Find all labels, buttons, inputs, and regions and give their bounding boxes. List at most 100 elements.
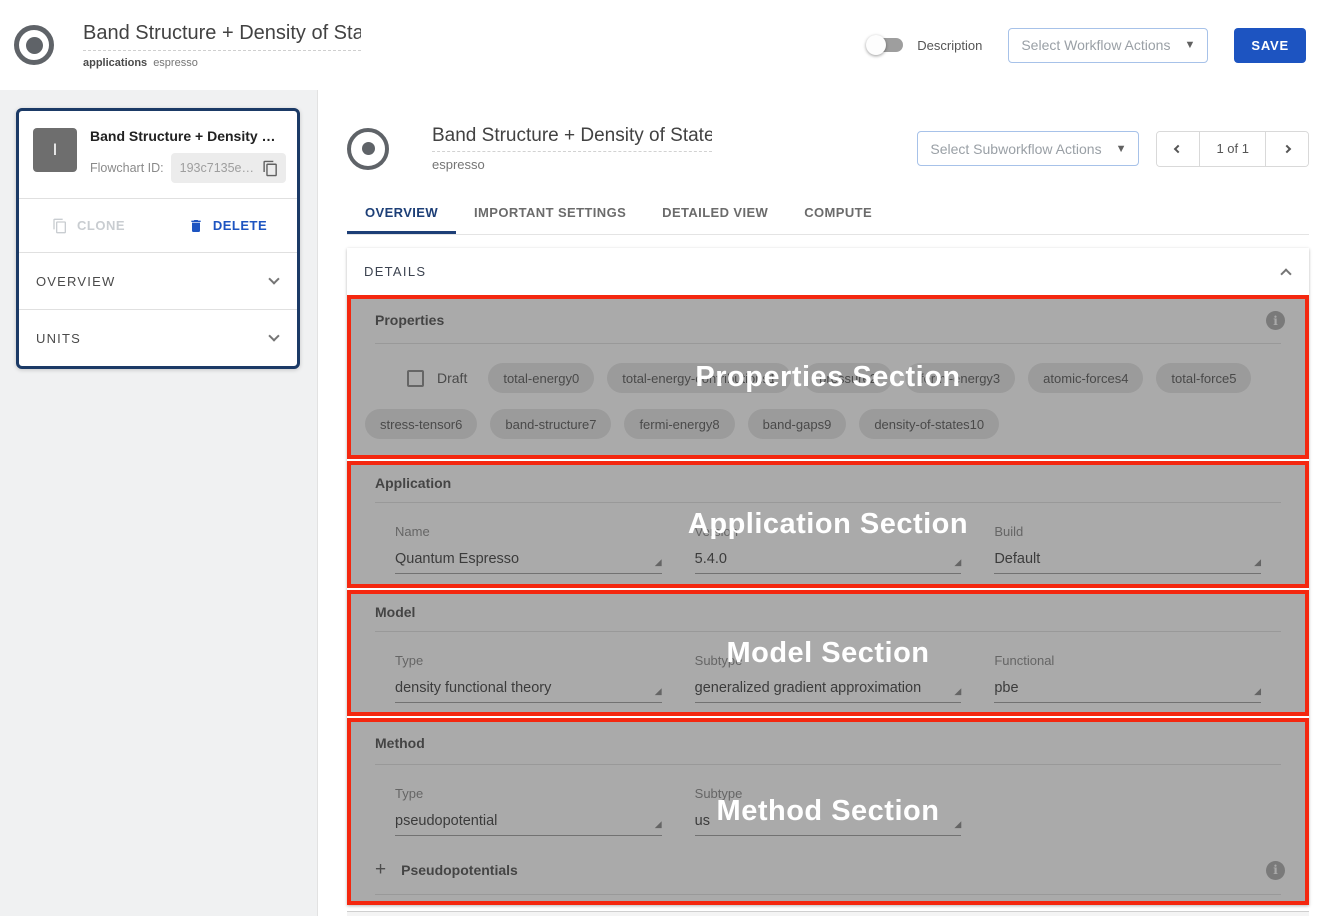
delete-button[interactable]: DELETE [158, 199, 297, 252]
app-body: I Band Structure + Density of … Flowchar… [0, 90, 1322, 916]
property-chip[interactable]: density-of-states10 [859, 409, 999, 439]
app-logo-dot [26, 37, 43, 54]
method-type-select[interactable]: pseudopotential ◢ [395, 813, 662, 836]
subworkflow-title-input[interactable]: Band Structure + Density of States [432, 125, 712, 152]
field-label: Subtype [695, 786, 962, 801]
sidebar-item-units[interactable]: UNITS [19, 309, 297, 366]
model-type-field: Type density functional theory ◢ [395, 653, 662, 703]
field-value: generalized gradient approximation [695, 680, 922, 696]
dropdown-corner-icon: ◢ [954, 558, 961, 567]
main-panel: Band Structure + Density of States espre… [318, 90, 1322, 916]
draft-checkbox[interactable] [407, 370, 424, 387]
chevron-down-icon [268, 273, 279, 284]
dropdown-corner-icon: ◢ [954, 820, 961, 829]
application-build-field: Build Default ◢ [994, 524, 1261, 574]
flowchart-id-row: Flowchart ID: 193c7135e… [90, 153, 285, 183]
tab-compute[interactable]: COMPUTE [786, 190, 890, 234]
tab-detailed-view[interactable]: DETAILED VIEW [644, 190, 786, 234]
property-chip[interactable]: pressure2 [804, 363, 892, 393]
properties-title-row: Properties i [351, 299, 1305, 330]
property-chip[interactable]: total-force5 [1156, 363, 1251, 393]
tab-overview[interactable]: OVERVIEW [347, 190, 456, 234]
subworkflow-pager: 1 of 1 [1156, 131, 1309, 167]
sidebar-item-units-label: UNITS [36, 331, 81, 346]
field-label: Subtype [695, 653, 962, 668]
caret-down-icon: ▼ [1184, 39, 1195, 51]
clone-button[interactable]: CLONE [19, 199, 158, 252]
flowchart-id-value[interactable]: 193c7135e… [180, 161, 254, 175]
unit-head-right: Band Structure + Density of … Flowchart … [90, 128, 285, 183]
application-version-select[interactable]: 5.4.0 ◢ [695, 551, 962, 574]
model-fields: Type density functional theory ◢ Subtype… [351, 632, 1305, 703]
delete-button-label: DELETE [213, 218, 267, 233]
property-chip[interactable]: atomic-forces4 [1028, 363, 1143, 393]
model-subtype-field: Subtype generalized gradient approximati… [695, 653, 962, 703]
method-type-field: Type pseudopotential ◢ [395, 786, 662, 836]
add-pseudopotential-button[interactable]: + [375, 859, 386, 881]
info-icon[interactable]: i [1266, 861, 1285, 880]
application-name-select[interactable]: Quantum Espresso ◢ [395, 551, 662, 574]
application-version-field: Version 5.4.0 ◢ [695, 524, 962, 574]
sidebar-item-overview-label: OVERVIEW [36, 274, 115, 289]
field-value: us [695, 813, 710, 829]
details-panel-header[interactable]: DETAILS [347, 248, 1309, 295]
method-subtype-select[interactable]: us ◢ [695, 813, 962, 836]
flowchart-id-box: 193c7135e… [171, 153, 286, 183]
divider [375, 894, 1281, 895]
breadcrumb-section: applications [83, 57, 147, 69]
property-chip[interactable]: band-structure7 [490, 409, 611, 439]
model-title: Model [375, 604, 1281, 620]
dropdown-corner-icon: ◢ [655, 558, 662, 567]
details-panel-title: DETAILS [364, 264, 426, 279]
field-label: Name [395, 524, 662, 539]
property-chip[interactable]: fermi-energy3 [905, 363, 1015, 393]
save-button[interactable]: SAVE [1234, 28, 1306, 63]
unit-avatar: I [33, 128, 77, 172]
sidebar-item-overview[interactable]: OVERVIEW [19, 252, 297, 309]
method-section: Method Type pseudopotential ◢ Subtype us [347, 718, 1309, 905]
field-value: density functional theory [395, 680, 551, 696]
property-chip[interactable]: total-energy0 [488, 363, 594, 393]
workflow-actions-select[interactable]: Select Workflow Actions ▼ [1008, 28, 1208, 63]
subworkflow-actions-select-label: Select Subworkflow Actions [930, 141, 1101, 157]
field-value: Quantum Espresso [395, 551, 519, 567]
pseudopotentials-row: + Pseudopotentials i [375, 859, 1285, 881]
breadcrumb-item: espresso [153, 57, 198, 69]
model-subtype-select[interactable]: generalized gradient approximation ◢ [695, 680, 962, 703]
property-chip[interactable]: stress-tensor6 [365, 409, 477, 439]
field-value: pseudopotential [395, 813, 497, 829]
field-label: Version [695, 524, 962, 539]
method-fields: Type pseudopotential ◢ Subtype us ◢ [351, 765, 1305, 836]
subworkflow-header: Band Structure + Density of States espre… [347, 112, 1309, 185]
application-title: Application [375, 475, 1281, 491]
subworkflow-icon [347, 128, 389, 170]
pseudopotentials-label: Pseudopotentials [401, 862, 518, 878]
dropdown-corner-icon: ◢ [655, 687, 662, 696]
property-chip[interactable]: band-gaps9 [748, 409, 847, 439]
properties-section: Properties i Draft total-energy0 total-e… [347, 295, 1309, 459]
subworkflow-actions-select[interactable]: Select Subworkflow Actions ▼ [917, 131, 1139, 166]
description-toggle[interactable] [869, 38, 903, 52]
draft-checkbox-label: Draft [437, 370, 467, 386]
pager-next-button[interactable] [1266, 132, 1308, 166]
details-card: DETAILS Properties i Draft total-energy0… [347, 248, 1309, 905]
application-fields: Name Quantum Espresso ◢ Version 5.4.0 ◢ [351, 503, 1305, 574]
pager-label: 1 of 1 [1199, 132, 1266, 166]
app-logo-icon [14, 25, 54, 65]
application-build-select[interactable]: Default ◢ [994, 551, 1261, 574]
pager-prev-button[interactable] [1157, 132, 1199, 166]
copy-icon[interactable] [262, 160, 279, 177]
model-functional-select[interactable]: pbe ◢ [994, 680, 1261, 703]
model-type-select[interactable]: density functional theory ◢ [395, 680, 662, 703]
info-icon[interactable]: i [1266, 311, 1285, 330]
properties-chips: Draft total-energy0 total-energy-contrib… [351, 344, 1305, 439]
clone-button-label: CLONE [77, 218, 125, 233]
chevron-right-icon [1283, 144, 1291, 152]
property-chip[interactable]: fermi-energy8 [624, 409, 734, 439]
field-value: pbe [994, 680, 1018, 696]
tab-important-settings[interactable]: IMPORTANT SETTINGS [456, 190, 644, 234]
property-chip[interactable]: total-energy-contributions1 [607, 363, 791, 393]
workflow-title-input[interactable]: Band Structure + Density of States [83, 22, 361, 51]
chevron-up-icon [1280, 268, 1291, 279]
dropdown-corner-icon: ◢ [954, 687, 961, 696]
